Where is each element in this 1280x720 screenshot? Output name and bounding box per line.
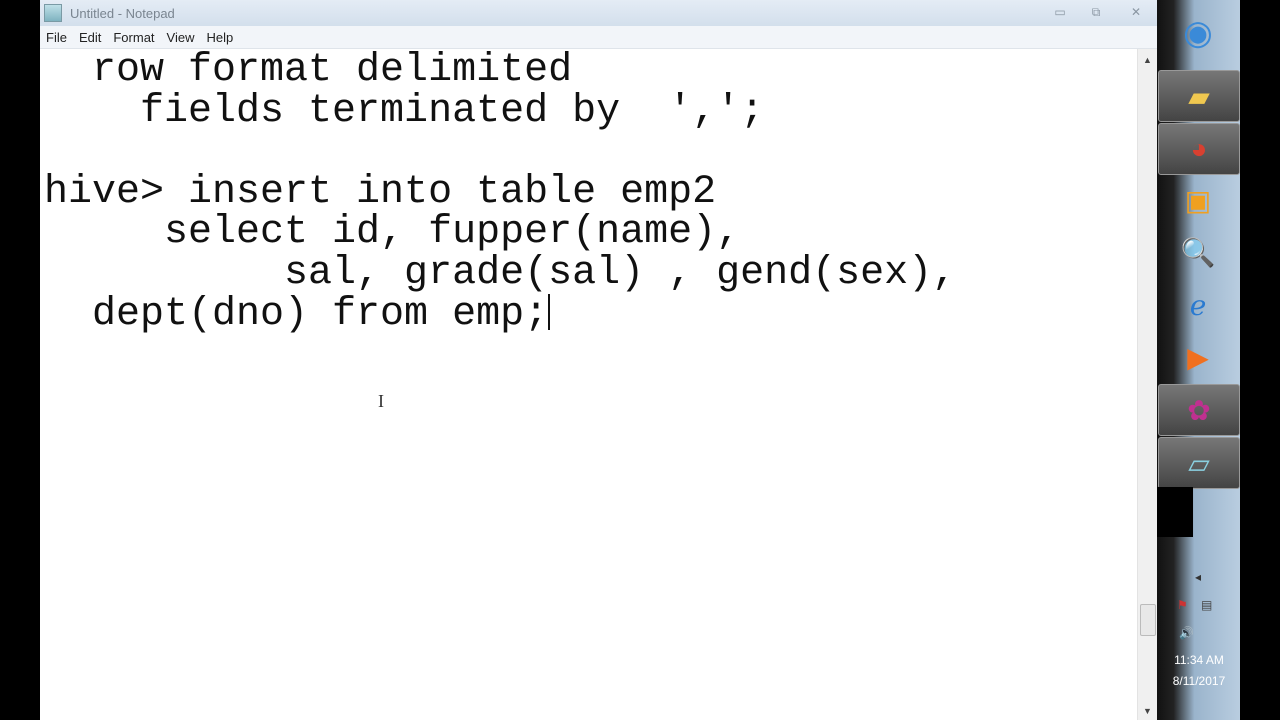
window-title: Untitled - Notepad	[70, 5, 175, 21]
menu-bar: File Edit Format View Help	[40, 26, 1157, 49]
menu-view[interactable]: View	[167, 30, 195, 45]
notepad-window: Untitled - Notepad ▭ ⧉ ✕ File Edit Forma…	[40, 0, 1157, 720]
text-line: sal, grade(sal) , gend(sex),	[44, 250, 957, 296]
close-button[interactable]: ✕	[1121, 4, 1151, 21]
flower-app-icon[interactable]: ✿	[1158, 384, 1240, 436]
ibeam-cursor-icon: I	[378, 391, 384, 411]
start-orb-icon[interactable]: ◉	[1158, 8, 1238, 58]
text-line: fields terminated by ',';	[44, 88, 765, 134]
text-editor[interactable]: row format delimited fields terminated b…	[40, 49, 1138, 720]
windows-explorer-icon[interactable]: ▰	[1158, 70, 1240, 122]
title-bar: Untitled - Notepad ▭ ⧉ ✕	[40, 0, 1157, 26]
network-error-icon[interactable]: ⚑	[1177, 598, 1188, 612]
text-caret	[548, 294, 551, 330]
minimize-button[interactable]: ▭	[1045, 4, 1075, 21]
vertical-scrollbar[interactable]: ▲ ▼	[1137, 49, 1157, 720]
maximize-button[interactable]: ⧉	[1081, 4, 1111, 21]
scroll-down-icon[interactable]: ▼	[1138, 706, 1157, 716]
menu-help[interactable]: Help	[206, 30, 233, 45]
volume-icon[interactable]: 🔊	[1179, 626, 1194, 640]
text-line: dept(dno) from emp;	[44, 292, 549, 337]
scroll-up-icon[interactable]: ▲	[1138, 55, 1157, 65]
notepad-icon	[44, 4, 62, 22]
scroll-thumb[interactable]	[1140, 604, 1156, 636]
network-icon[interactable]: ▤	[1201, 598, 1212, 612]
taskbar: ◉ ▰ ◕ ▣ 🔍 ℯ ▶ ✿ ▱ ◂ ⚑ ▤ 🔊 11:34 AM 8/11/…	[1157, 0, 1240, 720]
text-line: row format delimited	[44, 48, 573, 93]
notepad-taskbar-icon[interactable]: ▱	[1158, 437, 1240, 489]
menu-format[interactable]: Format	[113, 30, 154, 45]
text-line: hive> insert into table emp2	[44, 169, 717, 215]
internet-explorer-icon[interactable]: ℯ	[1158, 280, 1238, 330]
taskbar-gap	[1157, 487, 1193, 537]
clock-date[interactable]: 8/11/2017	[1163, 674, 1235, 688]
clock-time[interactable]: 11:34 AM	[1169, 653, 1229, 667]
media-player-icon[interactable]: ▶	[1158, 332, 1238, 382]
text-line: select id, fupper(name),	[44, 210, 741, 255]
tray-expand-icon[interactable]: ◂	[1195, 570, 1201, 584]
menu-edit[interactable]: Edit	[79, 30, 101, 45]
menu-file[interactable]: File	[46, 30, 67, 45]
photo-viewer-icon[interactable]: 🔍	[1158, 227, 1238, 277]
vmware-icon[interactable]: ▣	[1158, 175, 1238, 225]
chrome-icon[interactable]: ◕	[1158, 123, 1240, 175]
